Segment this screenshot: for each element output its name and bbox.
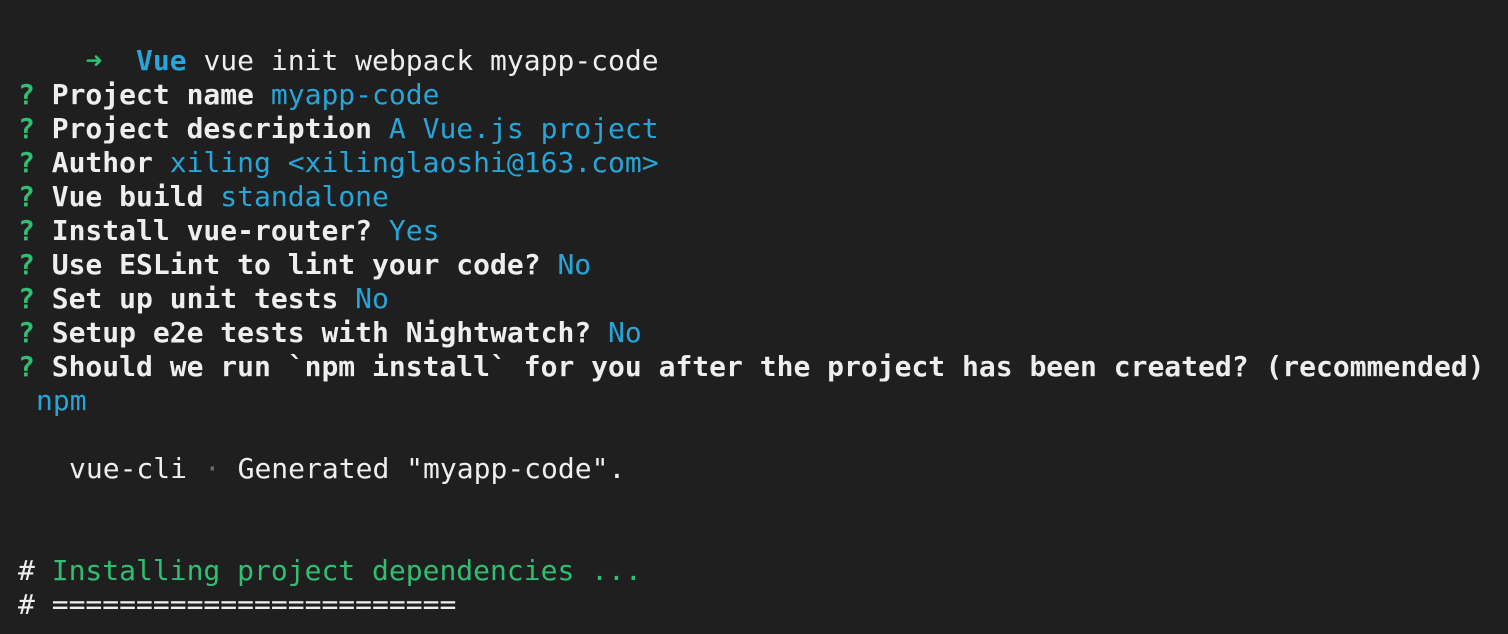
answer-text: No (608, 316, 642, 349)
answer-text: myapp-code (270, 78, 440, 111)
question-text: Author (51, 146, 153, 179)
question-text: Project description (51, 112, 373, 145)
question-mark: ? (18, 316, 35, 349)
question-mark: ? (18, 248, 35, 281)
question-mark: ? (18, 146, 35, 179)
answer-text: standalone (220, 180, 389, 213)
prompt-eslint: ? Use ESLint to lint your code? No (18, 248, 591, 282)
install-underline-line: # ======================== (18, 588, 456, 622)
hash-mark: # (18, 554, 35, 587)
question-mark: ? (18, 350, 35, 383)
terminal-window[interactable]: ➜ Vue vue init webpack myapp-code ? Proj… (0, 0, 1508, 634)
command-text: vue init webpack myapp-code (203, 44, 659, 77)
question-mark: ? (18, 180, 35, 213)
generator-tool: vue-cli (69, 452, 188, 485)
prompt-directory: Vue (136, 44, 187, 77)
prompt-npm-install-answer: npm (36, 384, 87, 418)
question-text: Use ESLint to lint your code? (51, 248, 541, 281)
prompt-vue-build: ? Vue build standalone (18, 180, 389, 214)
answer-text: No (355, 282, 389, 315)
question-text: Install vue-router? (51, 214, 373, 247)
question-text: Project name (51, 78, 255, 111)
prompt-project-name: ? Project name myapp-code (18, 78, 439, 112)
hash-mark: # (18, 588, 35, 621)
question-mark: ? (18, 282, 35, 315)
generated-message: Generated "myapp-code". (237, 452, 626, 485)
prompt-install-router: ? Install vue-router? Yes (18, 214, 439, 248)
install-status-text: Installing project dependencies ... (51, 554, 642, 587)
command-line: ➜ Vue vue init webpack myapp-code (18, 10, 658, 77)
question-text: Vue build (51, 180, 204, 213)
install-status-line: # Installing project dependencies ... (18, 554, 642, 588)
question-mark: ? (18, 214, 35, 247)
prompt-unit-tests: ? Set up unit tests No (18, 282, 389, 316)
answer-text: xiling <xilinglaoshi@163.com> (169, 146, 659, 179)
question-mark: ? (18, 78, 35, 111)
prompt-arrow-icon: ➜ (85, 44, 103, 77)
separator-dot: · (203, 452, 221, 485)
answer-text: Yes (388, 214, 440, 247)
prompt-author: ? Author xiling <xilinglaoshi@163.com> (18, 146, 659, 180)
question-mark: ? (18, 112, 35, 145)
answer-text: A Vue.js project (388, 112, 659, 145)
prompt-npm-install: ? Should we run `npm install` for you af… (18, 350, 1485, 384)
generated-line: vue-cli · Generated "myapp-code". (69, 452, 625, 486)
question-text: Should we run `npm install` for you afte… (51, 350, 1485, 383)
answer-text: npm (36, 384, 87, 417)
question-text: Set up unit tests (51, 282, 339, 315)
answer-text: No (557, 248, 592, 281)
prompt-project-description: ? Project description A Vue.js project (18, 112, 659, 146)
install-underline: ======================== (51, 588, 457, 621)
prompt-e2e-tests: ? Setup e2e tests with Nightwatch? No (18, 316, 642, 350)
question-text: Setup e2e tests with Nightwatch? (51, 316, 592, 349)
